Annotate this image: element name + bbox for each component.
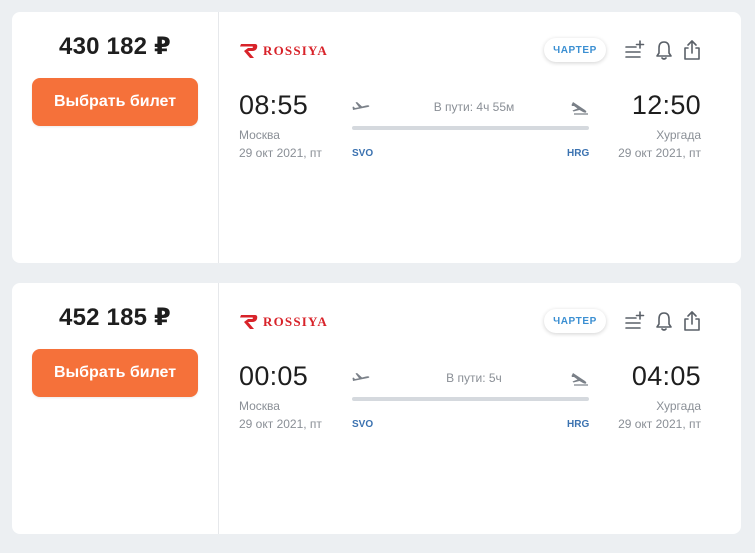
flight-details: ROSSIYA ЧАРТЕР 00:05 В пути: 5ч 04:05 Мо… <box>219 283 741 534</box>
arrival-city: Хургада <box>656 399 701 413</box>
price-panel: 430 182 ₽ Выбрать билет <box>12 12 219 263</box>
departure-city: Москва <box>239 128 280 142</box>
arrival-time: 12:50 <box>631 90 701 120</box>
departure-time: 08:55 <box>239 90 309 120</box>
plane-takeoff-icon <box>352 373 370 381</box>
departure-time: 00:05 <box>239 361 309 391</box>
airline-name: ROSSIYA <box>263 43 329 58</box>
plane-landing-icon <box>571 102 588 115</box>
arrival-airport-code: HRG <box>567 419 590 430</box>
flight-duration: В пути: 5ч <box>446 371 502 385</box>
arrival-date: 29 окт 2021, пт <box>618 146 701 160</box>
flight-duration: В пути: 4ч 55м <box>433 100 515 114</box>
plane-takeoff-icon <box>352 102 370 110</box>
ticket-card[interactable]: 430 182 ₽ Выбрать билет ROSSIYA ЧАРТЕР 0… <box>12 12 741 263</box>
select-ticket-button[interactable]: Выбрать билет <box>32 78 198 126</box>
rossiya-logo-icon <box>240 44 258 58</box>
airline-name: ROSSIYA <box>263 314 329 329</box>
add-to-list-icon[interactable] <box>623 39 645 61</box>
departure-date: 29 окт 2021, пт <box>239 417 322 431</box>
rossiya-logo-icon <box>240 315 258 329</box>
arrival-date: 29 окт 2021, пт <box>618 417 701 431</box>
arrival-time: 04:05 <box>631 361 701 391</box>
departure-city: Москва <box>239 399 280 413</box>
airline-logo: ROSSIYA <box>239 42 328 60</box>
add-to-list-icon[interactable] <box>623 310 645 332</box>
price-panel: 452 185 ₽ Выбрать билет <box>12 283 219 534</box>
bell-icon[interactable] <box>653 39 675 61</box>
share-icon[interactable] <box>681 39 703 61</box>
ticket-price: 430 182 ₽ <box>59 33 171 60</box>
ticket-card[interactable]: 452 185 ₽ Выбрать билет ROSSIYA ЧАРТЕР 0… <box>12 283 741 534</box>
bell-icon[interactable] <box>653 310 675 332</box>
select-ticket-button[interactable]: Выбрать билет <box>32 349 198 397</box>
flight-details: ROSSIYA ЧАРТЕР 08:55 В пути: 4ч 55м 12:5… <box>219 12 741 263</box>
charter-badge: ЧАРТЕР <box>544 38 606 62</box>
route-line <box>352 397 589 401</box>
ticket-price: 452 185 ₽ <box>59 304 171 331</box>
departure-date: 29 окт 2021, пт <box>239 146 322 160</box>
arrival-city: Хургада <box>656 128 701 142</box>
arrival-airport-code: HRG <box>567 148 590 159</box>
departure-airport-code: SVO <box>352 419 374 430</box>
airline-logo: ROSSIYA <box>239 313 328 331</box>
charter-badge: ЧАРТЕР <box>544 309 606 333</box>
route-line <box>352 126 589 130</box>
departure-airport-code: SVO <box>352 148 374 159</box>
plane-landing-icon <box>571 373 588 386</box>
share-icon[interactable] <box>681 310 703 332</box>
